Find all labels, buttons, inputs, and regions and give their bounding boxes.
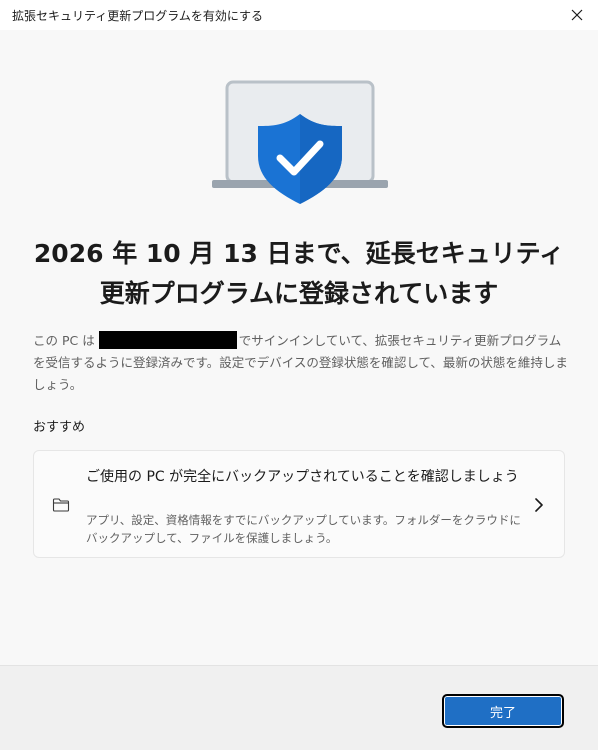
redacted-account xyxy=(98,331,237,349)
close-button[interactable] xyxy=(564,3,590,27)
done-button[interactable]: 完了 xyxy=(442,694,564,728)
hero-illustration xyxy=(210,78,390,208)
folder-icon xyxy=(52,498,70,512)
card-title: ご使用の PC が完全にバックアップされていることを確認しましょう xyxy=(86,469,519,485)
recommendation-label: おすすめ xyxy=(33,420,86,435)
title-bar: 拡張セキュリティ更新プログラムを有効にする xyxy=(0,0,598,30)
description-before: この PC は xyxy=(33,333,95,348)
laptop-shield-check-icon xyxy=(212,80,388,204)
page-heading: 2026 年 10 月 13 日まで、延長セキュリティ更新プログラムに登録されて… xyxy=(33,239,565,308)
description: この PC はでサインインしていて、拡張セキュリティ更新プログラムを受信するよう… xyxy=(33,330,568,396)
window-title: 拡張セキュリティ更新プログラムを有効にする xyxy=(12,9,264,23)
chevron-right-icon xyxy=(535,498,543,512)
close-icon xyxy=(571,9,583,21)
card-description: アプリ、設定、資格情報をすでにバックアップしています。フォルダーをクラウドにバッ… xyxy=(86,513,521,545)
backup-recommendation-card[interactable]: ご使用の PC が完全にバックアップされていることを確認しましょう アプリ、設定… xyxy=(33,450,565,558)
